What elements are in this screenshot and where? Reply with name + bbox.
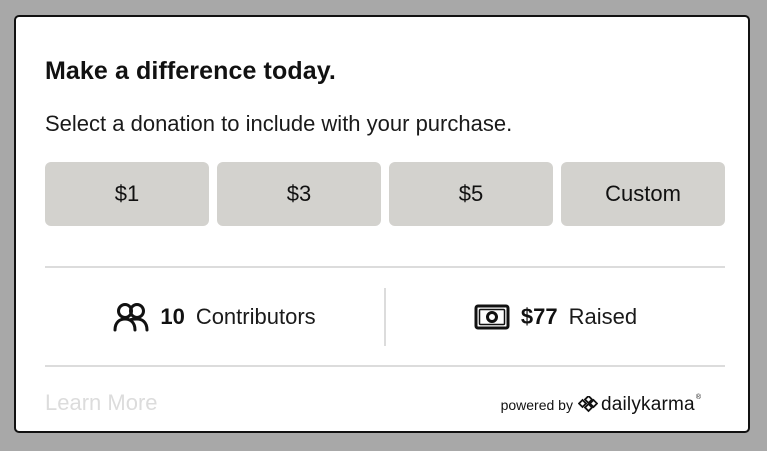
raised-stat: $77 Raised: [386, 288, 725, 346]
widget-title: Make a difference today.: [45, 57, 336, 85]
contributors-count: 10: [160, 304, 185, 329]
donate-5-button[interactable]: $5: [389, 162, 553, 226]
powered-by-dailykarma[interactable]: powered by dailykarma ®: [501, 394, 701, 416]
raised-amount: $77: [520, 304, 558, 329]
donate-3-button[interactable]: $3: [217, 162, 381, 226]
dailykarma-logo-icon: [577, 396, 598, 414]
powered-by-label: powered by: [500, 397, 573, 413]
donate-custom-button[interactable]: Custom: [561, 162, 725, 226]
widget-subtitle: Select a donation to include with your p…: [45, 111, 513, 136]
registered-mark: ®: [695, 393, 701, 401]
contributors-stat: 10 Contributors: [45, 288, 384, 346]
dailykarma-brand: dailykarma: [600, 394, 695, 415]
cash-icon: [474, 304, 510, 330]
donation-widget: Make a difference today. Select a donati…: [14, 15, 750, 433]
users-icon: [113, 302, 149, 332]
donate-1-button[interactable]: $1: [45, 162, 209, 226]
divider: [45, 365, 725, 367]
donation-stats: 10 Contributors $77 Raised: [45, 288, 725, 346]
donation-amount-options: $1 $3 $5 Custom: [45, 162, 725, 226]
contributors-label: Contributors: [195, 304, 316, 329]
divider: [45, 266, 725, 268]
learn-more-link[interactable]: Learn More: [45, 390, 158, 416]
raised-label: Raised: [568, 304, 638, 329]
